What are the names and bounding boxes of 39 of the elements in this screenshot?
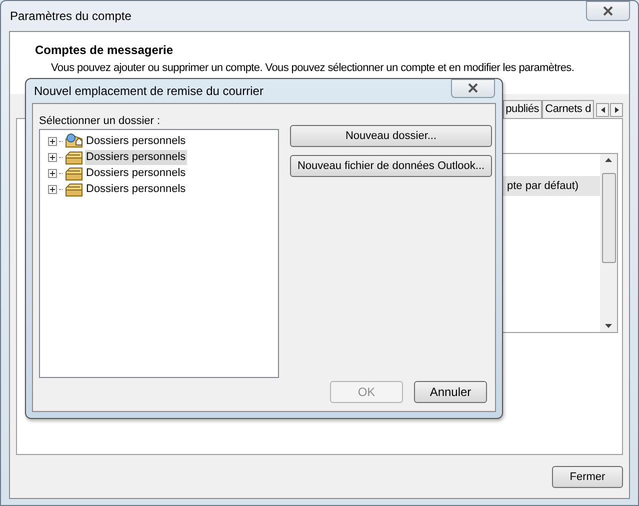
dialog-action-button[interactable]: Nouveau fichier de données Outlook... <box>290 155 492 177</box>
right-arrow-icon <box>614 107 618 113</box>
dialog-title: Nouvel emplacement de remise du courrier <box>34 83 264 100</box>
tree-item[interactable]: Dossiers personnels <box>85 182 187 196</box>
folder-icon <box>65 149 83 165</box>
header-description: Vous pouvez ajouter ou supprimer un compte. Vous pouvez sélectionner un compte et en modifier les paramètres. <box>51 61 574 75</box>
tab[interactable]: publiés <box>502 100 542 118</box>
plus-icon <box>50 186 55 192</box>
scrollbar-thumb[interactable] <box>602 173 616 263</box>
expand-toggle[interactable] <box>48 168 57 178</box>
expand-toggle[interactable] <box>48 136 57 146</box>
dialog-close-button[interactable] <box>451 78 495 98</box>
folder-label: Sélectionner un dossier : <box>39 114 162 129</box>
header-title: Comptes de messagerie <box>35 42 174 59</box>
folder-globe-icon <box>65 133 83 149</box>
plus-icon <box>50 170 55 176</box>
close-window-button[interactable]: Fermer <box>552 466 623 488</box>
window-title: Paramètres du compte <box>10 8 132 25</box>
down-arrow-icon <box>605 324 612 328</box>
plus-icon <box>50 154 55 160</box>
folder-icon <box>65 181 83 197</box>
expand-toggle[interactable] <box>48 184 57 194</box>
tab-scroll-left-button[interactable] <box>596 103 609 117</box>
dialog-button[interactable]: Annuler <box>414 381 487 403</box>
tree-item[interactable]: Dossiers personnels <box>85 150 187 164</box>
tree-item[interactable]: Dossiers personnels <box>85 166 187 180</box>
left-arrow-icon <box>600 107 604 113</box>
tab[interactable]: Carnets d <box>542 100 594 118</box>
tab-scroll-right-button[interactable] <box>610 103 623 117</box>
up-arrow-icon <box>605 158 612 162</box>
tree-item[interactable]: Dossiers personnels <box>85 134 187 148</box>
close-icon <box>602 6 614 16</box>
folder-icon <box>65 165 83 181</box>
dialog-action-button[interactable]: Nouveau dossier... <box>290 125 492 147</box>
expand-toggle[interactable] <box>48 152 57 162</box>
close-button[interactable] <box>586 1 630 21</box>
scrollbar[interactable] <box>600 154 617 332</box>
plus-icon <box>50 138 55 144</box>
close-icon <box>467 83 479 93</box>
